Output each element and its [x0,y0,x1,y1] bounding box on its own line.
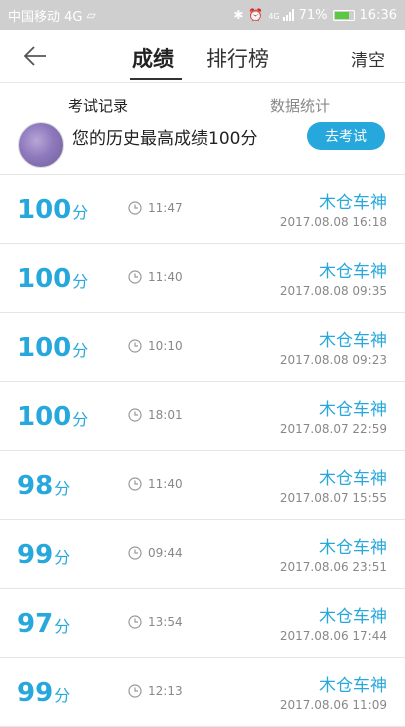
list-item[interactable]: 99分 09:44 木仓车神 2017.08.06 23:51 [0,520,405,589]
score: 100分 [17,333,88,363]
start-exam-button[interactable]: 去考试 [307,122,385,150]
duration-text: 11:47 [148,201,183,215]
tab-scores[interactable]: 成绩 [132,43,174,73]
score-value: 98 [17,471,54,501]
sim-icon: ▱ [86,8,96,22]
duration: 11:40 [128,477,183,491]
status-bar: 中国移动 4G ▱ ✱ ⏰ 4G 71% 16:36 [0,0,405,30]
score-value: 100 [17,264,72,294]
best-score-text: 您的历史最高成绩100分 [72,129,258,149]
player-name: 木仓车神 [319,469,387,489]
record-date: 2017.08.08 09:35 [279,284,387,298]
list-item[interactable]: 100分 11:40 木仓车神 2017.08.08 09:35 [0,244,405,313]
player-name: 木仓车神 [319,193,387,213]
record-list: 100分 11:47 木仓车神 2017.08.08 16:18 100分 11:40 木仓… [0,175,405,727]
player-name: 木仓车神 [319,607,387,627]
player-name: 木仓车神 [319,538,387,558]
score-unit: 分 [54,548,71,567]
duration-text: 11:40 [148,270,183,284]
carrier-label: 中国移动 4G [8,9,83,25]
duration-text: 11:40 [148,477,183,491]
list-item[interactable]: 100分 18:01 木仓车神 2017.08.07 22:59 [0,382,405,451]
duration: 12:13 [128,684,183,698]
record-date: 2017.08.07 22:59 [279,422,387,436]
duration: 13:54 [128,615,183,629]
duration-text: 09:44 [148,546,183,560]
duration: 09:44 [128,546,183,560]
score-unit: 分 [54,479,71,498]
score-value: 100 [17,195,72,225]
avatar [18,122,64,168]
score-unit: 分 [72,272,89,291]
clock-icon [128,684,142,698]
score-value: 97 [17,609,54,639]
clock-icon [128,408,142,422]
battery-icon [332,9,355,21]
score-unit: 分 [54,686,71,705]
duration: 10:10 [128,339,183,353]
player-name: 木仓车神 [319,400,387,420]
player-name: 木仓车神 [319,331,387,351]
network-label: 4G [268,12,280,21]
list-item[interactable]: 100分 11:47 木仓车神 2017.08.08 16:18 [0,175,405,244]
score-unit: 分 [72,341,89,360]
score-value: 99 [17,678,54,708]
record-date: 2017.08.08 09:23 [279,353,387,367]
score-value: 99 [17,540,54,570]
duration: 11:40 [128,270,183,284]
duration-text: 12:13 [148,684,183,698]
duration: 18:01 [128,408,183,422]
bluetooth-icon: ✱ [233,8,244,22]
score: 98分 [17,471,70,501]
record-date: 2017.08.06 23:51 [279,560,387,574]
record-date: 2017.08.06 11:09 [279,698,387,712]
duration-text: 10:10 [148,339,183,353]
duration-text: 18:01 [148,408,183,422]
score: 100分 [17,402,88,432]
clock-time: 16:36 [359,7,397,23]
clock-icon [128,546,142,560]
list-item[interactable]: 98分 11:40 木仓车神 2017.08.07 15:55 [0,451,405,520]
player-name: 木仓车神 [319,262,387,282]
clock-icon [128,615,142,629]
list-item[interactable]: 97分 13:54 木仓车神 2017.08.06 17:44 [0,589,405,658]
battery-percent: 71% [298,7,328,23]
score-unit: 分 [54,617,71,636]
signal-icon: 4G [268,9,294,21]
score-unit: 分 [72,203,89,222]
subtab-exam-records[interactable]: 考试记录 [68,95,128,116]
score: 97分 [17,609,70,639]
duration: 11:47 [128,201,183,215]
clear-button[interactable]: 清空 [351,46,385,71]
score-value: 100 [17,402,72,432]
alarm-icon: ⏰ [248,8,264,22]
duration-text: 13:54 [148,615,183,629]
clock-icon [128,201,142,215]
score-unit: 分 [72,410,89,429]
score: 100分 [17,195,88,225]
list-item[interactable]: 99分 12:13 木仓车神 2017.08.06 11:09 [0,658,405,727]
subtab-statistics[interactable]: 数据统计 [270,95,330,116]
list-item[interactable]: 100分 10:10 木仓车神 2017.08.08 09:23 [0,313,405,382]
clock-icon [128,339,142,353]
back-button[interactable] [20,42,50,70]
top-nav: 成绩 排行榜 清空 [0,30,405,83]
clock-icon [128,270,142,284]
player-name: 木仓车神 [319,676,387,696]
record-date: 2017.08.08 16:18 [279,215,387,229]
tab-leaderboard[interactable]: 排行榜 [206,43,269,73]
clock-icon [128,477,142,491]
score: 99分 [17,678,70,708]
score: 100分 [17,264,88,294]
record-date: 2017.08.07 15:55 [279,491,387,505]
score-value: 100 [17,333,72,363]
active-tab-indicator [130,78,182,80]
record-date: 2017.08.06 17:44 [279,629,387,643]
arrow-left-icon [23,46,46,66]
best-score-banner: 您的历史最高成绩100分 去考试 [0,118,405,175]
score: 99分 [17,540,70,570]
